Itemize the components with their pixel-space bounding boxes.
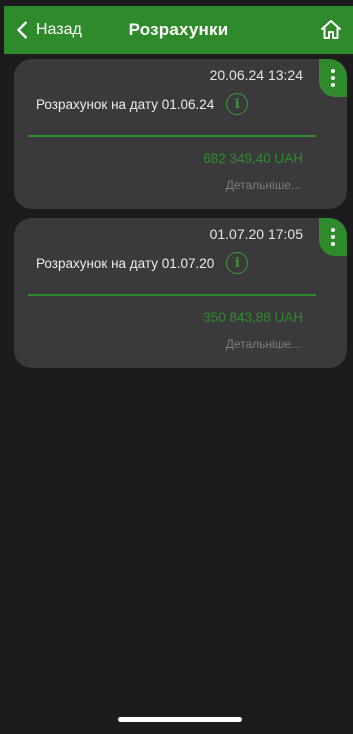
card-label-row: Розрахунок на дату 01.06.24 i: [36, 93, 249, 115]
info-icon[interactable]: i: [226, 252, 249, 274]
top-bar: Назад Розрахунки: [4, 6, 353, 54]
card-label: Розрахунок на дату 01.07.20: [36, 255, 215, 271]
card-menu-button[interactable]: [319, 59, 347, 97]
back-button[interactable]: Назад: [12, 6, 82, 54]
card-datetime: 01.07.20 17:05: [209, 226, 303, 242]
details-link[interactable]: Детальніше...: [226, 178, 301, 192]
more-vertical-icon: [331, 228, 335, 246]
settlement-card[interactable]: 01.07.20 17:05 Розрахунок на дату 01.07.…: [14, 218, 347, 368]
chevron-left-icon: [17, 21, 27, 39]
home-indicator[interactable]: [118, 717, 242, 722]
card-amount: 350 843,88 UAH: [203, 310, 303, 325]
card-menu-button[interactable]: [319, 218, 347, 256]
info-icon[interactable]: i: [226, 93, 249, 115]
card-divider: [28, 294, 316, 296]
app-screen: Назад Розрахунки 20.06.24 13:24 Розрахун…: [0, 0, 353, 734]
card-label: Розрахунок на дату 01.06.24: [36, 96, 215, 112]
more-vertical-icon: [331, 69, 335, 87]
back-label: Назад: [36, 21, 82, 38]
card-amount: 682 349,40 UAH: [203, 151, 303, 166]
card-datetime: 20.06.24 13:24: [209, 67, 303, 83]
home-icon[interactable]: [319, 18, 343, 42]
card-label-row: Розрахунок на дату 01.07.20 i: [36, 252, 249, 274]
details-link[interactable]: Детальніше...: [226, 337, 301, 351]
settlement-card[interactable]: 20.06.24 13:24 Розрахунок на дату 01.06.…: [14, 59, 347, 209]
card-divider: [28, 135, 316, 137]
